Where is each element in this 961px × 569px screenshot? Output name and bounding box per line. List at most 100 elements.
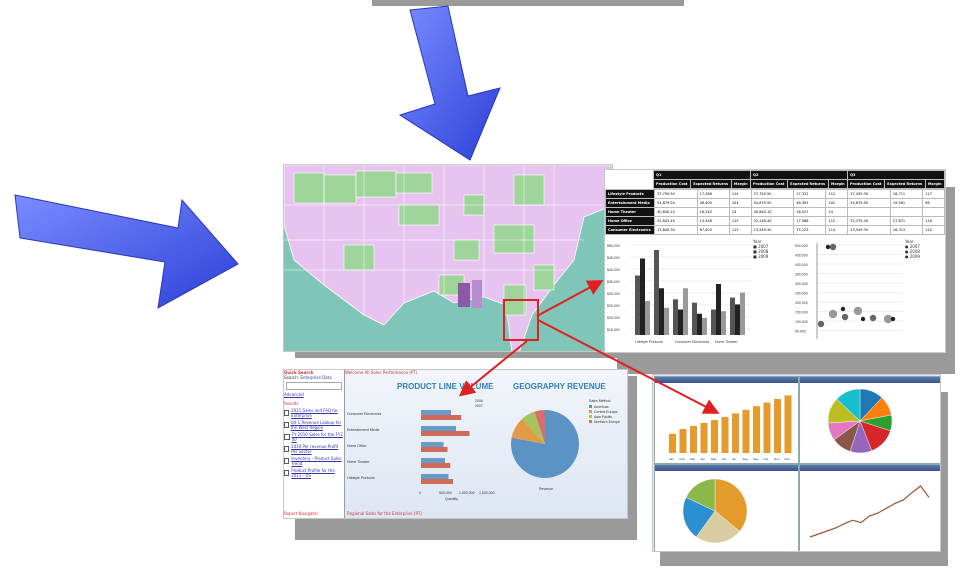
financial-table-body: Lifestyle Products 37,759.50 17,268 114 37,7…	[605, 189, 945, 235]
line-panel	[799, 464, 940, 551]
regional-sales-title: Regional Sales for the Enterprise (PT)	[347, 511, 422, 516]
bar	[700, 423, 708, 453]
pie-panel-2	[654, 464, 799, 551]
search-input[interactable]	[286, 382, 342, 390]
table-row: Home Theater 40,840.10 16,240 24 40,840.10 16…	[605, 207, 945, 217]
results-header: Results	[284, 401, 299, 406]
x-tick: Aug	[743, 457, 749, 461]
us-map	[284, 165, 612, 351]
result-link[interactable]: Inventory - Product Sales Trend	[284, 456, 344, 466]
line-series	[809, 485, 930, 538]
y-tick: $25,000	[607, 304, 620, 308]
right-arrow-icon	[14, 194, 239, 309]
bar	[421, 415, 462, 420]
y-tick: 450,000	[795, 254, 808, 258]
y-tick: $45,000	[607, 256, 620, 260]
y-tick: 500,000	[795, 244, 808, 248]
search-row: Search: Enterprise Data	[284, 375, 332, 380]
x-tick: Oct	[764, 457, 769, 461]
y-tick: $35,000	[607, 280, 620, 284]
scatter-point	[829, 243, 837, 251]
bar	[635, 275, 640, 335]
x-tick: Jul	[732, 457, 736, 461]
x-tick: 1,500,000	[479, 491, 495, 495]
bar	[753, 406, 760, 453]
dashboard-panel[interactable]: Quick Search Search: Enterprise Data Adv…	[283, 369, 628, 519]
x-tick: Jan	[669, 457, 674, 461]
scatter-point	[817, 320, 825, 328]
monthly-bar-panel: Jan Feb Mar Apr May Jun Jul Aug Sep Oct Nov Dec	[654, 376, 799, 464]
bar	[711, 420, 718, 453]
bar	[669, 433, 676, 453]
quad-chart-panel[interactable]: Jan Feb Mar Apr May Jun Jul Aug Sep Oct Nov Dec	[652, 374, 941, 552]
bar	[421, 479, 453, 484]
category-label: Consumer Electronics	[347, 412, 381, 416]
scatter-point	[841, 313, 849, 321]
report-navigator: Report Navigator	[284, 511, 319, 516]
scatter-point	[890, 316, 896, 322]
bar	[659, 288, 664, 335]
bar	[711, 309, 716, 335]
legend: 2007	[475, 404, 483, 408]
product-line-chart: Consumer Electronics Entertainment Media H…	[347, 399, 495, 501]
legend-swatch	[589, 410, 592, 413]
y-tick: 300,000	[795, 282, 808, 286]
main-area: Welcome All Sales Performance (PT) PRODU…	[345, 370, 627, 518]
legend-title: Sales Method	[589, 399, 610, 403]
us-map-panel[interactable]	[283, 164, 613, 352]
result-link[interactable]: Q4-1 Revenue Lookup for the West Region	[284, 420, 344, 430]
pie-label: Revenue	[539, 487, 553, 491]
report-panel[interactable]: Q1 Q2 Q3 Production Cost Expected Returns…	[604, 169, 946, 353]
y-tick: 400,000	[795, 263, 808, 267]
table-row: Consumer Electronics 13,849.30 67,403 113 13…	[605, 225, 945, 235]
left-sidebar: Quick Search Search: Enterprise Data Adv…	[284, 370, 345, 518]
y-tick: $50,000	[607, 244, 620, 248]
x-tick: 500,000	[439, 491, 452, 495]
bar	[678, 309, 683, 335]
scatter-point	[860, 316, 866, 322]
result-link[interactable]: 2011 Sales and FAQ for Enterprise	[284, 408, 344, 418]
bar	[645, 301, 650, 335]
bar	[683, 288, 688, 335]
category-label: Home Office	[347, 444, 366, 448]
bar	[742, 409, 750, 453]
bar	[421, 426, 456, 431]
bar	[763, 402, 771, 453]
result-link[interactable]: FY 2010 Sales for the FY2 00	[284, 432, 344, 442]
result-link[interactable]: Product Profile for the 2011 - US	[284, 468, 344, 478]
search-value[interactable]: Enterprise Data	[300, 375, 331, 380]
x-tick: Consumer Electronics	[675, 340, 709, 344]
legend-entry: Asia Pacific	[594, 415, 612, 419]
y-tick: $20,000	[607, 316, 620, 320]
x-tick: 0	[419, 491, 421, 495]
financial-table: Q1 Q2 Q3 Production Cost Expected Returns…	[652, 170, 945, 189]
result-link[interactable]: 2010 Per revenue Profit Per Sector	[284, 444, 344, 454]
legend-swatch	[589, 405, 592, 408]
group-header: Q1	[653, 170, 751, 180]
scatter-point	[853, 306, 863, 316]
legend-swatch	[589, 420, 592, 423]
bar	[730, 297, 735, 335]
geography-title: GEOGRAPHY REVENUE	[513, 382, 606, 391]
bar	[784, 395, 792, 453]
x-tick: Sep	[753, 457, 759, 461]
x-tick: 1,000,000	[459, 491, 475, 495]
x-tick: Jun	[722, 457, 727, 461]
scatter-point	[869, 314, 877, 322]
x-tick: Apr	[701, 457, 706, 461]
y-tick: 250,000	[795, 292, 808, 296]
group-header: Q2	[749, 170, 848, 180]
y-tick: $40,000	[607, 268, 620, 272]
legend-entry: Northern Europe	[594, 420, 620, 424]
advanced-link[interactable]: Advanced	[284, 392, 344, 397]
bar-legend: Year ■ 2007 ■ 2008 ■ 2009	[753, 239, 769, 259]
bar	[421, 458, 445, 463]
bar	[732, 413, 739, 453]
scatter-legend: Year ● 2007 ● 2008 ● 2009	[905, 239, 920, 259]
bar	[673, 299, 678, 335]
geography-chart: Revenue Sales Method AmericasCentral Europ…	[511, 399, 620, 491]
scatter-point	[825, 244, 831, 250]
bar	[654, 250, 659, 335]
bar	[421, 442, 444, 447]
y-tick: 150,000	[795, 311, 808, 315]
